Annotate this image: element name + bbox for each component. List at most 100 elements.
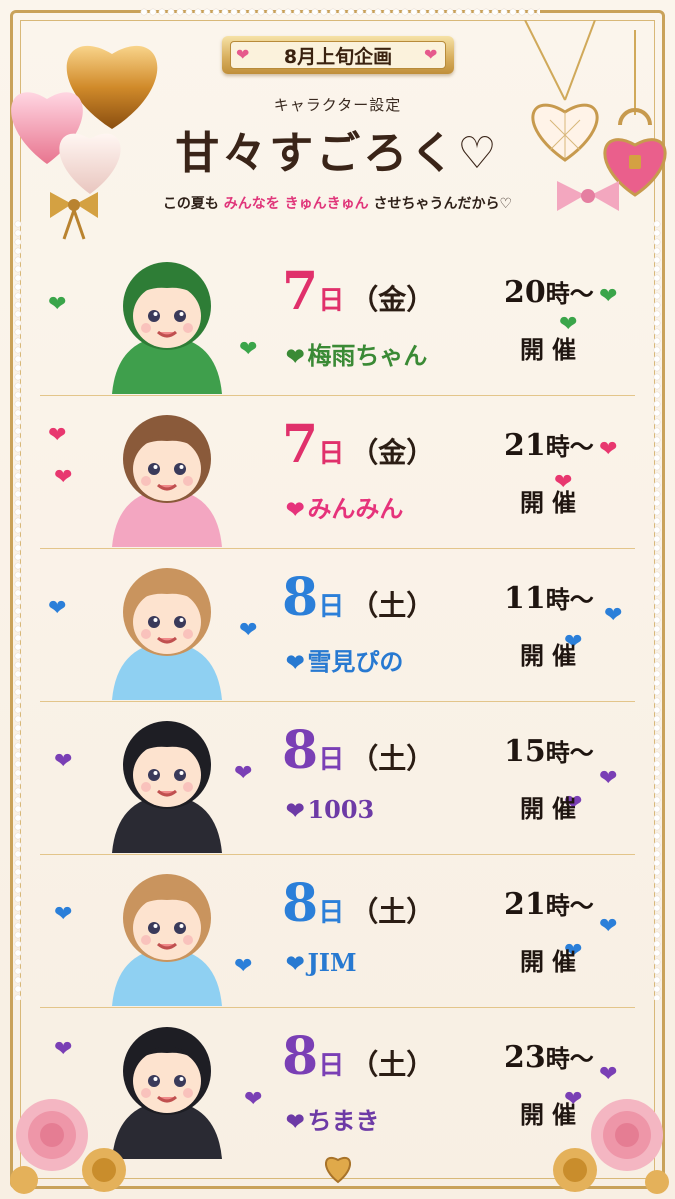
character-name: ❤ みんみん	[286, 489, 403, 524]
event-date: 8日 （土）	[282, 572, 434, 624]
start-time: 21時〜	[504, 427, 594, 463]
heart-icon: ❤	[604, 603, 623, 628]
schedule-row: ❤ ❤ ❤ ❤ 7日 （金） ❤ みんみん 21時〜開催	[34, 397, 641, 549]
tagline-part: させちゃうんだから♡	[373, 196, 513, 212]
held-label: 開催	[520, 488, 584, 517]
bottom-heart-ornament	[325, 1157, 351, 1184]
heart-icon: ❤	[599, 284, 618, 309]
day-number: 8	[282, 720, 319, 781]
row-divider	[40, 395, 635, 396]
heart-icon: ❤	[599, 437, 618, 462]
heart-icon: ❤	[54, 465, 73, 490]
heart-icon: ❤	[234, 954, 253, 979]
row-divider	[40, 701, 635, 702]
weekday: （金）	[350, 436, 435, 469]
page-title: 甘々すごろく♡	[175, 128, 500, 179]
start-time: 21時〜	[504, 886, 594, 922]
start-time: 11時〜	[504, 580, 594, 616]
schedule-row: ❤ ❤ ❤ ❤ 8日 （土） ❤ JIM 21時〜開催	[34, 856, 641, 1008]
heart-icon: ❤	[286, 650, 305, 676]
heart-icon: ❤	[286, 1109, 305, 1135]
day-suffix: 日	[318, 1051, 345, 1081]
banner-label: 8月上旬企画	[283, 46, 393, 68]
start-time: 20時〜	[504, 274, 594, 310]
row-divider	[40, 548, 635, 549]
pearl-strand-right	[653, 220, 661, 1000]
held-label: 開催	[520, 794, 584, 823]
weekday: （金）	[350, 283, 435, 316]
event-date: 7日 （金）	[282, 419, 434, 471]
heart-icon: ❤	[54, 749, 73, 774]
character-name: ❤ ちまき	[286, 1101, 379, 1136]
heart-icon: ❤	[599, 766, 618, 791]
schedule-row: ❤ ❤ ❤ ❤ 8日 （土） ❤ 雪見ぴの 11時〜開催	[34, 550, 641, 702]
character-avatar	[112, 415, 222, 547]
pearl-strand-top	[140, 8, 540, 16]
row-divider	[40, 1007, 635, 1008]
character-avatar	[112, 568, 222, 700]
tagline-part: この夏も	[162, 196, 219, 212]
day-suffix: 日	[318, 592, 345, 622]
heart-icon: ❤	[286, 497, 305, 523]
title-banner: ❤ ❤ 8月上旬企画	[222, 30, 454, 80]
heart-icon: ❤	[286, 344, 305, 370]
character-avatar	[112, 874, 222, 1006]
poster: ❤ ❤ 8月上旬企画 キャラクター設定 甘々すごろく♡ この夏も みんなを きゅ…	[0, 0, 675, 1199]
heart-icon: ❤	[54, 1037, 73, 1062]
tagline: この夏も みんなを きゅんきゅん させちゃうんだから♡	[0, 193, 675, 213]
held-label: 開催	[520, 641, 584, 670]
day-number: 8	[282, 567, 319, 628]
event-date: 8日 （土）	[282, 1031, 434, 1083]
day-suffix: 日	[318, 286, 345, 316]
day-number: 8	[282, 873, 319, 934]
heart-icon: ❤	[54, 902, 73, 927]
character-name-label: ちまき	[307, 1106, 380, 1135]
heart-icon: ❤	[286, 951, 305, 977]
start-hour: 11	[504, 581, 546, 616]
character-name: ❤ 梅雨ちゃん	[286, 336, 427, 371]
heart-icon: ❤	[48, 596, 67, 621]
character-name-label: 1003	[307, 795, 375, 824]
start-hour-suffix: 時〜	[545, 738, 594, 767]
day-suffix: 日	[318, 898, 345, 928]
character-name: ❤ 雪見ぴの	[286, 642, 403, 677]
start-hour: 23	[504, 1040, 546, 1075]
day-suffix: 日	[318, 745, 345, 775]
character-name-label: 雪見ぴの	[307, 647, 404, 676]
character-avatar	[112, 262, 222, 394]
character-name: ❤ JIM	[286, 948, 357, 977]
subtitle: キャラクター設定	[273, 96, 402, 114]
roses-decoration-left	[10, 1099, 126, 1194]
schedule-row: ❤ ❤ ❤ ❤ 8日 （土） ❤ 1003 15時〜 開催	[34, 703, 641, 855]
roses-decoration-right	[553, 1099, 669, 1194]
start-hour: 21	[504, 428, 546, 463]
start-hour-suffix: 時〜	[545, 279, 594, 308]
day-number: 7	[282, 261, 319, 322]
pearl-strand-left	[14, 220, 22, 1000]
heart-icon: ❤	[48, 292, 67, 317]
day-number: 7	[282, 414, 319, 475]
event-date: 7日 （金）	[282, 266, 434, 318]
character-name: ❤ 1003	[286, 795, 374, 824]
heart-icon: ❤	[239, 337, 258, 362]
heart-icon: ❤	[244, 1087, 263, 1112]
schedule-row: ❤ ❤ ❤ ❤ 7日 （金） ❤ 梅雨ちゃん 20時〜開催	[34, 244, 641, 396]
heart-icon: ❤	[599, 914, 618, 939]
heart-icon: ❤	[239, 618, 258, 643]
character-name-label: みんみん	[307, 494, 404, 523]
start-hour-suffix: 時〜	[545, 585, 594, 614]
held-label: 開催	[520, 335, 584, 364]
tagline-part-highlight: みんなを	[223, 196, 280, 212]
event-date: 8日 （土）	[282, 878, 434, 930]
start-hour-suffix: 時〜	[545, 432, 594, 461]
heart-icon: ❤	[48, 423, 67, 448]
weekday: （土）	[350, 742, 435, 775]
weekday: （土）	[350, 589, 435, 622]
character-avatar	[112, 721, 222, 853]
start-hour: 20	[504, 275, 546, 310]
row-divider	[40, 854, 635, 855]
start-hour-suffix: 時〜	[545, 891, 594, 920]
day-number: 8	[282, 1026, 319, 1087]
tagline-part-highlight: きゅんきゅん	[284, 196, 369, 212]
held-label: 開催	[520, 947, 584, 976]
